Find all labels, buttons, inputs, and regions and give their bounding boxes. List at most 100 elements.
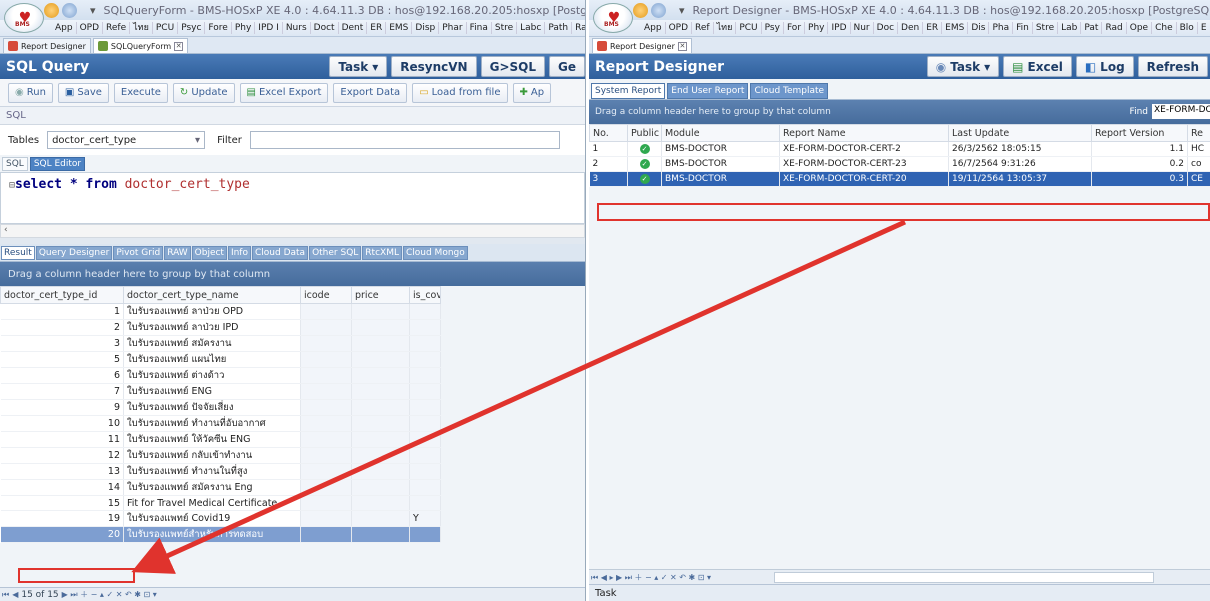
result-tab[interactable]: Query Designer [35,245,113,260]
prev-page-icon[interactable]: ◀ [12,590,18,599]
first-record-icon[interactable]: ⏮ [2,590,9,600]
table-row[interactable]: 3 ใบรับรองแพทย์ สมัครงาน [0,335,441,352]
menu-item[interactable]: PCU [736,22,762,34]
menu-item[interactable]: Doct [311,22,339,34]
horizontal-scrollbar[interactable] [774,571,1155,583]
excel-export-button[interactable]: ▤ Excel Export [239,82,329,103]
menu-item[interactable]: Rad [1102,22,1127,34]
menu-item[interactable]: IPD I [255,22,283,34]
menu-item[interactable]: Lab [1058,22,1082,34]
tab-end-user-report[interactable]: End User Report [667,83,749,99]
doc-tab-report-designer[interactable]: Report Designer [3,38,91,53]
find-input[interactable]: XE-FORM-DOCTOR [1152,104,1210,119]
quick-access-orange-icon[interactable] [44,3,59,18]
ge-button[interactable]: Ge [549,56,585,77]
menu-item[interactable]: Ope [1127,22,1153,34]
task-button[interactable]: Task ▾ [329,56,388,77]
menu-item[interactable]: Den [898,22,924,34]
table-row[interactable]: 6 ใบรับรองแพทย์ ต่างด้าว [0,367,441,384]
menu-item[interactable]: ER [923,22,943,34]
menu-item[interactable]: Disp [412,22,440,34]
menu-item[interactable]: OPD [77,22,104,34]
menu-item[interactable]: PCU [153,22,179,34]
doc-tab-sqlqueryform[interactable]: SQLQueryForm ✕ [92,38,189,53]
menu-item[interactable]: For [784,22,806,34]
result-tab[interactable]: Result [1,245,35,260]
close-tab-icon[interactable]: ✕ [677,41,687,51]
tab-system-report[interactable]: System Report [591,83,666,99]
filter-input[interactable] [249,131,560,149]
update-button[interactable]: ↻ Update [172,82,235,103]
tab-sql-editor[interactable]: SQL Editor [29,156,86,171]
doc-tab-report-designer[interactable]: Report Designer ✕ [592,38,692,53]
menu-item[interactable]: Stre [492,22,518,34]
column-header[interactable]: Public [627,124,662,142]
table-row[interactable]: 20 ใบรับรองแพทย์สำหรับการทดสอบ [0,526,441,543]
menu-item[interactable]: Che [1152,22,1177,34]
column-header[interactable]: Module [661,124,780,142]
quick-access-blue-icon[interactable] [651,3,666,18]
tables-combobox[interactable]: doctor_cert_type ▾ [47,131,206,149]
menu-item[interactable]: Phar [439,22,467,34]
editor-horizontal-scrollbar[interactable]: ‹ [0,224,585,238]
column-header[interactable]: icode [300,286,352,304]
scroll-left-icon[interactable]: ‹ [4,225,8,235]
table-row[interactable]: 5 ใบรับรองแพทย์ แผนไทย [0,351,441,368]
menu-item[interactable]: Pat [1081,22,1103,34]
menu-item[interactable]: Psyc [178,22,206,34]
tab-sql[interactable]: SQL [2,156,28,171]
menu-item[interactable]: IPD [828,22,851,34]
menu-item[interactable]: Ref [692,22,714,34]
refresh-button[interactable]: Refresh [1137,56,1208,77]
menu-item[interactable]: E [1198,22,1210,34]
table-row[interactable]: 9 ใบรับรองแพทย์ ปัจจัยเสี่ยง [0,399,441,416]
table-row[interactable]: 14 ใบรับรองแพทย์ สมัครงาน Eng [0,479,441,496]
task-button[interactable]: ◉ Task ▾ [926,56,1000,77]
g-to-sql-button[interactable]: G>SQL [480,56,545,77]
menu-item[interactable]: OPD [666,22,693,34]
menu-item[interactable]: Psy [762,22,784,34]
menu-item[interactable]: Path [545,22,573,34]
navigator-buttons-icon[interactable]: ⏮ ◀ ▸ ▶ ⏭ ＋ − ▴ ✓ ✕ ↶ ✱ ⊡ ▾ [591,572,711,583]
run-button[interactable]: ◉ Run [8,82,53,103]
menu-item[interactable]: Fina [467,22,492,34]
quick-access-orange-icon[interactable] [633,3,648,18]
result-tab[interactable]: RAW [164,245,191,260]
table-row[interactable]: 10 ใบรับรองแพทย์ ทำงานที่อับอากาศ [0,415,441,432]
app-orb-logo[interactable]: ♥ BMS [593,3,633,33]
qat-dropdown-icon[interactable]: ▾ [679,4,685,17]
result-tab[interactable]: Cloud Mongo [402,245,468,260]
menu-item[interactable]: EMS [386,22,413,34]
menu-item[interactable]: Pha [989,22,1014,34]
menu-item[interactable]: Nur [851,22,874,34]
menu-item[interactable]: Blo [1177,22,1198,34]
table-row[interactable]: 2 ใบรับรองแพทย์ ลาป่วย IPD [0,319,441,336]
menu-item[interactable]: Fore [205,22,232,34]
result-tab[interactable]: Cloud Data [252,245,309,260]
column-header[interactable]: Re [1187,124,1210,142]
column-header[interactable]: is_covid19_cert [409,286,441,304]
table-row[interactable]: 15 Fit for Travel Medical Certificate [0,495,441,511]
quick-access-blue-icon[interactable] [62,3,77,18]
sql-editor[interactable]: ⊟select * from doctor_cert_type [0,172,585,224]
app-orb-logo[interactable]: ♥ BMS [4,3,44,33]
column-header[interactable]: No. [589,124,628,142]
table-row[interactable]: 12 ใบรับรองแพทย์ กลับเข้าทำงาน [0,447,441,464]
table-row[interactable]: 13 ใบรับรองแพทย์ ทำงานในที่สูง [0,463,441,480]
menu-item[interactable]: Fin [1013,22,1033,34]
table-row[interactable]: 19 ใบรับรองแพทย์ Covid19 Y [0,510,441,527]
column-header[interactable]: Last Update [948,124,1092,142]
column-header[interactable]: doctor_cert_type_name [123,286,301,304]
column-header[interactable]: Report Name [779,124,949,142]
load-from-file-button[interactable]: ▭ Load from file [412,82,508,103]
menu-item[interactable]: Phy [805,22,829,34]
menu-item[interactable]: Nurs [283,22,311,34]
menu-item[interactable]: EMS [942,22,969,34]
execute-button[interactable]: Execute [113,82,168,103]
menu-item[interactable]: ER [367,22,387,34]
table-row[interactable]: 11 ใบรับรองแพทย์ ให้วัคซีน ENG [0,431,441,448]
column-header[interactable]: doctor_cert_type_id [0,286,124,304]
menu-item[interactable]: Dent [339,22,368,34]
menu-item[interactable]: App [52,22,77,34]
export-data-button[interactable]: Export Data [333,82,408,103]
